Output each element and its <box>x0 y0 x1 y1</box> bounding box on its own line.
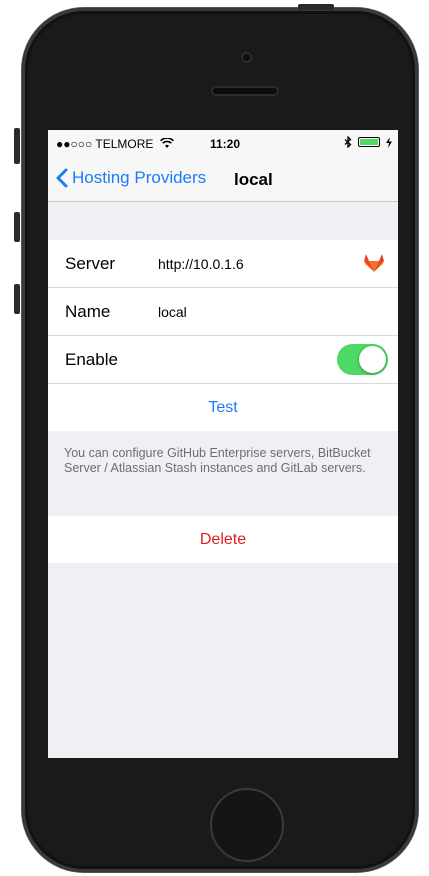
home-button[interactable] <box>210 788 284 862</box>
toggle-knob <box>359 346 386 373</box>
wifi-icon <box>159 137 174 148</box>
server-label: Server <box>65 254 116 273</box>
earpiece-speaker <box>211 86 279 96</box>
status-left: ●●○○○ TELMORE <box>56 137 174 151</box>
name-field[interactable]: local <box>158 304 187 320</box>
enable-toggle[interactable] <box>337 344 388 375</box>
delete-button[interactable]: Delete <box>48 516 398 563</box>
navigation-bar: Hosting Providers local <box>48 158 398 202</box>
info-note: You can configure GitHub Enterprise serv… <box>64 446 371 475</box>
settings-section: Server http://10.0.1.6 Name local Enable… <box>48 240 398 431</box>
name-row[interactable]: Name local <box>48 288 398 336</box>
delete-section: Delete <box>48 516 398 563</box>
page-title: local <box>234 170 273 189</box>
back-label: Hosting Providers <box>72 168 207 187</box>
test-button[interactable]: Test <box>48 384 398 431</box>
power-button <box>298 4 334 10</box>
status-right <box>344 136 392 148</box>
enable-row: Enable <box>48 336 398 384</box>
charging-icon <box>386 136 392 148</box>
back-button[interactable]: Hosting Providers <box>56 168 206 188</box>
screen: ●●○○○ TELMORE 11:20 Hosting Providers lo… <box>48 130 398 758</box>
bluetooth-icon <box>344 136 352 148</box>
status-time: 11:20 <box>210 137 241 151</box>
chevron-left-icon <box>56 168 68 188</box>
volume-down-button <box>14 284 20 314</box>
gitlab-icon <box>364 254 384 272</box>
enable-label: Enable <box>65 350 118 369</box>
volume-up-button <box>14 212 20 242</box>
battery-icon <box>358 137 380 147</box>
mute-switch <box>14 128 20 164</box>
name-label: Name <box>65 302 111 321</box>
server-row[interactable]: Server http://10.0.1.6 <box>48 240 398 288</box>
server-field[interactable]: http://10.0.1.6 <box>158 256 244 272</box>
front-camera <box>241 52 252 63</box>
carrier-label: ●●○○○ TELMORE <box>56 137 154 151</box>
status-bar: ●●○○○ TELMORE 11:20 <box>48 130 398 158</box>
